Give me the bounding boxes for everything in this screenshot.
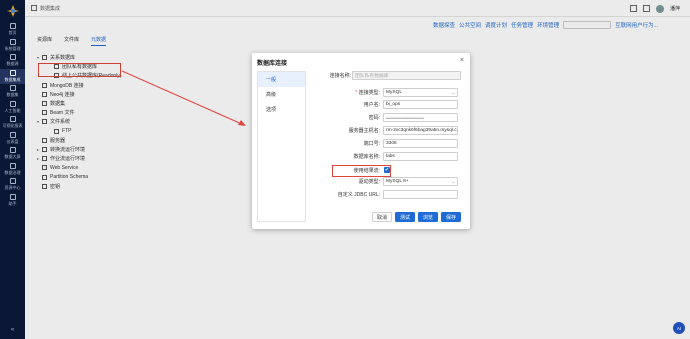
save-button[interactable]: 保存: [440, 212, 461, 222]
conn-type-select[interactable]: MySQL ⌄: [383, 88, 458, 97]
password-label: 密码:: [368, 115, 380, 121]
jdbc-url-label: 自定义 JDBC URL:: [337, 192, 380, 198]
test-button[interactable]: 测试: [394, 212, 415, 222]
port-label: 端口号:: [363, 141, 380, 147]
host-input[interactable]: rm-2vc3qnk6f6bag39a5n.mysql.c: [383, 126, 458, 135]
row-conn-type: * 连接类型: MySQL ⌄: [310, 88, 465, 97]
side-tab-advanced[interactable]: 高级: [258, 87, 305, 102]
row-driver: 驱动类型: MySQL 8+ ⌄: [310, 177, 465, 186]
row-dbname: 数据库名称: labs: [310, 152, 465, 161]
row-port: 端口号: 3306: [310, 139, 465, 148]
dialog-buttons: 取消 测试 浏览 保存: [371, 212, 461, 222]
cancel-button[interactable]: 取消: [371, 212, 392, 222]
chevron-down-icon: ⌄: [451, 179, 455, 184]
conn-name-label: 连接名称:: [329, 73, 351, 79]
chevron-down-icon: ⌄: [451, 90, 455, 95]
username-label: 用户名:: [363, 102, 380, 108]
password-input[interactable]: ••••••••••••••••••••••••••••••••••••: [383, 113, 458, 122]
row-host: 服务器主机名: rm-2vc3qnk6f6bag39a5n.mysql.c: [310, 126, 465, 135]
driver-select[interactable]: MySQL 8+ ⌄: [383, 177, 458, 186]
side-tab-general[interactable]: 一般: [258, 72, 305, 87]
row-conn-name: 连接名称: 团队私有数据库: [310, 71, 465, 80]
jdbc-url-input[interactable]: [383, 190, 458, 199]
conn-type-label: * 连接类型:: [355, 90, 380, 96]
host-label: 服务器主机名:: [348, 128, 380, 134]
row-password: 密码: ••••••••••••••••••••••••••••••••••••: [310, 113, 465, 122]
db-connection-dialog: 数据库连接 × 一般 高级 选项 连接名称: 团队私有数据库 * 连接类型: M…: [252, 53, 470, 229]
dbname-label: 数据库名称:: [353, 154, 380, 160]
ai-assistant-button[interactable]: AI: [673, 322, 685, 334]
conn-name-input[interactable]: 团队私有数据库: [352, 71, 461, 80]
row-jdbc-url: 自定义 JDBC URL:: [310, 190, 465, 199]
close-icon[interactable]: ×: [460, 57, 464, 64]
dialog-title: 数据库连接: [257, 61, 288, 67]
dialog-side-tabs: 一般 高级 选项: [257, 71, 306, 222]
port-input[interactable]: 3306: [383, 139, 458, 148]
browse-button[interactable]: 浏览: [417, 212, 438, 222]
username-input[interactable]: bi_ops: [383, 100, 458, 109]
highlight-box-checkbox: [332, 165, 391, 177]
row-username: 用户名: bi_ops: [310, 100, 465, 109]
dbname-input[interactable]: labs: [383, 152, 458, 161]
driver-label: 驱动类型:: [358, 179, 380, 185]
side-tab-options[interactable]: 选项: [258, 102, 305, 117]
